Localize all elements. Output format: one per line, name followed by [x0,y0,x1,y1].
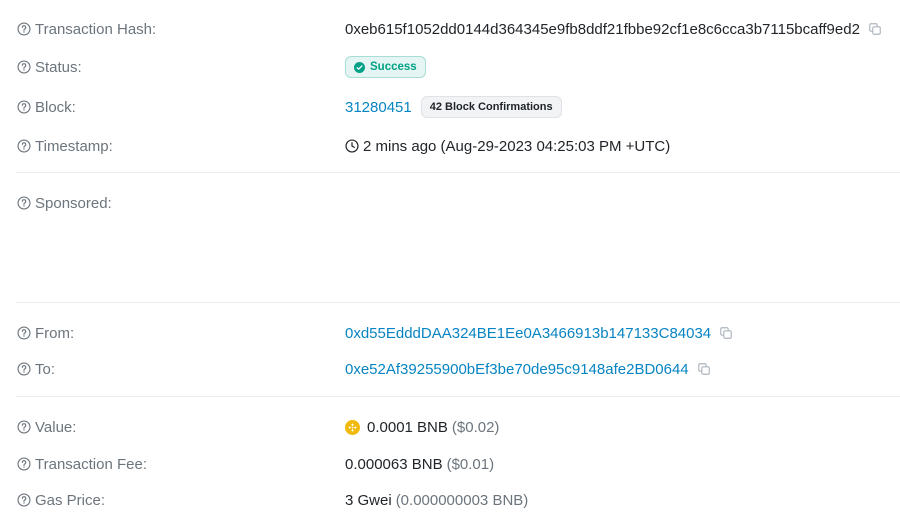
row-transaction-hash: Transaction Hash: 0xeb615f1052dd0144d364… [0,17,900,41]
from-address-link[interactable]: 0xd55EdddDAA324BE1Ee0A3466913b147133C840… [345,325,711,342]
status-text: Success [370,61,417,73]
question-circle-icon[interactable] [17,493,31,507]
value-usd: ($0.02) [451,418,500,436]
block-number-link[interactable]: 31280451 [345,99,412,116]
row-to: To: 0xe52Af39255900bEf3be70de95c9148afe2… [0,357,900,381]
label-to: To: [35,360,56,378]
label-block: Block: [35,98,76,116]
question-circle-icon[interactable] [17,22,31,36]
status-badge: Success [345,56,426,78]
divider [16,396,900,397]
question-circle-icon[interactable] [17,457,31,471]
label-transaction-fee: Transaction Fee: [35,455,147,473]
label-transaction-hash: Transaction Hash: [35,20,157,38]
label-status: Status: [35,58,82,76]
fee-usd: ($0.01) [446,455,495,473]
fee-amount: 0.000063 BNB [345,455,443,473]
transaction-hash-value: 0xeb615f1052dd0144d364345e9fb8ddf21fbbe9… [345,20,860,38]
label-gas-price: Gas Price: [35,491,106,509]
clock-icon [345,139,359,153]
question-circle-icon[interactable] [17,100,31,114]
copy-icon[interactable] [697,362,711,376]
block-confirmations-badge: 42 Block Confirmations [420,96,562,118]
copy-icon[interactable] [719,326,733,340]
question-circle-icon[interactable] [17,420,31,434]
question-circle-icon[interactable] [17,326,31,340]
check-circle-icon [354,61,365,73]
row-gas-price: Gas Price: 3 Gwei (0.000000003 BNB) [0,488,900,512]
gas-amount: 3 Gwei [345,491,392,509]
row-sponsored: Sponsored: [0,191,900,215]
copy-icon[interactable] [868,22,882,36]
question-circle-icon[interactable] [17,60,31,74]
bnb-token-icon [345,419,360,435]
gas-bnb: (0.000000003 BNB) [395,491,529,509]
row-value: Value: 0.0001 BNB ($0.02) [0,415,900,439]
row-from: From: 0xd55EdddDAA324BE1Ee0A3466913b1471… [0,321,900,345]
label-from: From: [35,324,75,342]
row-block: Block: 31280451 42 Block Confirmations [0,95,900,119]
divider [16,302,900,303]
label-timestamp: Timestamp: [35,137,113,155]
question-circle-icon[interactable] [17,196,31,210]
timestamp-value: 2 mins ago (Aug-29-2023 04:25:03 PM +UTC… [363,137,671,155]
label-sponsored: Sponsored: [35,194,112,212]
question-circle-icon[interactable] [17,362,31,376]
question-circle-icon[interactable] [17,139,31,153]
value-amount: 0.0001 BNB [367,418,448,436]
label-value: Value: [35,418,77,436]
to-address-link[interactable]: 0xe52Af39255900bEf3be70de95c9148afe2BD06… [345,361,689,378]
divider [16,172,900,173]
row-timestamp: Timestamp: 2 mins ago (Aug-29-2023 04:25… [0,134,900,158]
row-status: Status: Success [0,55,900,79]
row-transaction-fee: Transaction Fee: 0.000063 BNB ($0.01) [0,452,900,476]
